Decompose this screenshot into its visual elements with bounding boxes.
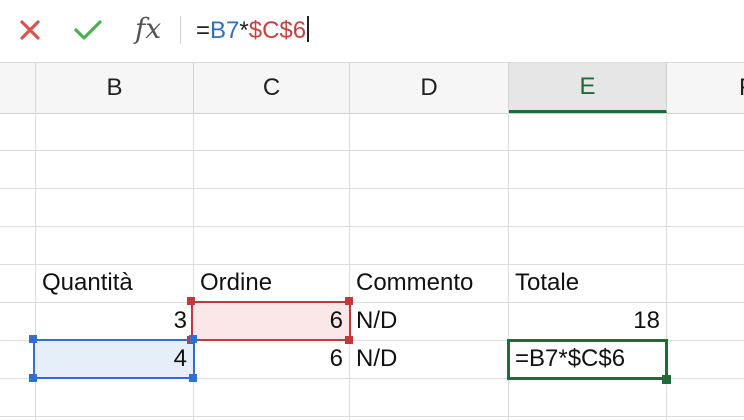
- formula-bar-separator: [180, 16, 181, 44]
- formula-ref-c6: $C$6: [248, 17, 307, 44]
- column-header-e[interactable]: E: [509, 63, 667, 113]
- cancel-button[interactable]: [14, 14, 46, 46]
- cell-e5[interactable]: Totale: [509, 264, 666, 302]
- cell-c7[interactable]: 6: [194, 340, 349, 378]
- column-header-row: B C D E F: [0, 62, 744, 114]
- column-header-a[interactable]: [0, 63, 36, 113]
- column-header-c[interactable]: C: [194, 63, 350, 113]
- check-icon: [74, 20, 102, 40]
- formula-ref-b7: B7: [210, 17, 240, 44]
- resize-handle[interactable]: [345, 336, 353, 344]
- grid-hline: [0, 150, 744, 151]
- grid-hline: [0, 416, 744, 417]
- column-header-d[interactable]: D: [350, 63, 509, 113]
- cell-e7-editor[interactable]: =B7*$C$6: [509, 340, 666, 378]
- text-caret: [307, 16, 309, 42]
- fill-handle[interactable]: [662, 375, 671, 384]
- formula-input[interactable]: =B7*$C$6: [196, 16, 309, 45]
- column-header-b[interactable]: B: [36, 63, 194, 113]
- cell-d7[interactable]: N/D: [350, 340, 508, 378]
- fx-icon[interactable]: fx: [135, 12, 161, 45]
- formula-prefix: =: [196, 17, 211, 44]
- spreadsheet-grid[interactable]: Quantità Ordine Commento Totale 3 6 N/D …: [0, 113, 744, 420]
- cell-c6[interactable]: 6: [194, 302, 349, 340]
- resize-handle[interactable]: [29, 374, 37, 382]
- grid-hline: [0, 226, 744, 227]
- cell-b5[interactable]: Quantità: [36, 264, 193, 302]
- resize-handle[interactable]: [187, 297, 195, 305]
- resize-handle[interactable]: [29, 335, 37, 343]
- cell-d5[interactable]: Commento: [350, 264, 508, 302]
- cell-b7[interactable]: 4: [36, 340, 193, 378]
- formula-operator: *: [239, 17, 249, 44]
- cell-e6[interactable]: 18: [509, 302, 666, 340]
- grid-hline: [0, 188, 744, 189]
- resize-handle[interactable]: [189, 374, 197, 382]
- cell-c5[interactable]: Ordine: [194, 264, 349, 302]
- cell-d6[interactable]: N/D: [350, 302, 508, 340]
- close-icon: [20, 20, 40, 40]
- resize-handle[interactable]: [189, 335, 197, 343]
- cell-b6[interactable]: 3: [36, 302, 193, 340]
- confirm-button[interactable]: [72, 14, 104, 46]
- formula-bar: fx =B7*$C$6: [0, 0, 744, 61]
- resize-handle[interactable]: [345, 297, 353, 305]
- column-header-f[interactable]: F: [667, 63, 744, 113]
